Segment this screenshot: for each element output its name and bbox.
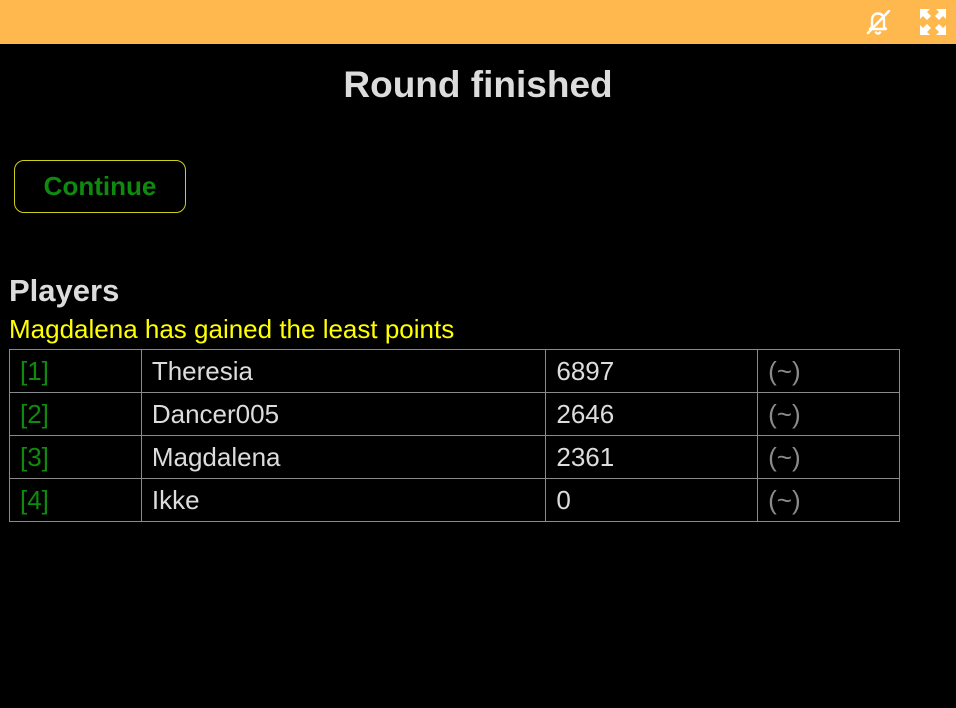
player-name: Magdalena (140, 435, 547, 479)
players-heading: Players (9, 273, 120, 308)
player-rank: [2] (9, 392, 142, 436)
player-name: Dancer005 (140, 392, 547, 436)
page-title: Round finished (343, 64, 613, 105)
continue-button[interactable]: Continue (14, 160, 186, 213)
fullscreen-icon[interactable] (916, 5, 950, 39)
table-row: [4] Ikke 0 (~) (9, 478, 900, 522)
player-change: (~) (757, 435, 900, 479)
bell-off-icon[interactable] (861, 5, 895, 39)
player-name: Ikke (140, 478, 547, 522)
table-row: [2] Dancer005 2646 (~) (9, 392, 900, 436)
player-rank: [1] (9, 349, 142, 393)
player-score: 2361 (545, 435, 759, 479)
table-row: [1] Theresia 6897 (~) (9, 349, 900, 393)
player-change: (~) (757, 349, 900, 393)
player-change: (~) (757, 392, 900, 436)
player-change: (~) (757, 478, 900, 522)
players-table: [1] Theresia 6897 (~) [2] Dancer005 2646… (9, 349, 900, 522)
player-score: 0 (545, 478, 759, 522)
player-name: Theresia (140, 349, 547, 393)
player-rank: [4] (9, 478, 142, 522)
top-bar (0, 0, 956, 44)
table-row: [3] Magdalena 2361 (~) (9, 435, 900, 479)
player-score: 6897 (545, 349, 759, 393)
player-rank: [3] (9, 435, 142, 479)
player-score: 2646 (545, 392, 759, 436)
round-notice: Magdalena has gained the least points (9, 314, 455, 344)
